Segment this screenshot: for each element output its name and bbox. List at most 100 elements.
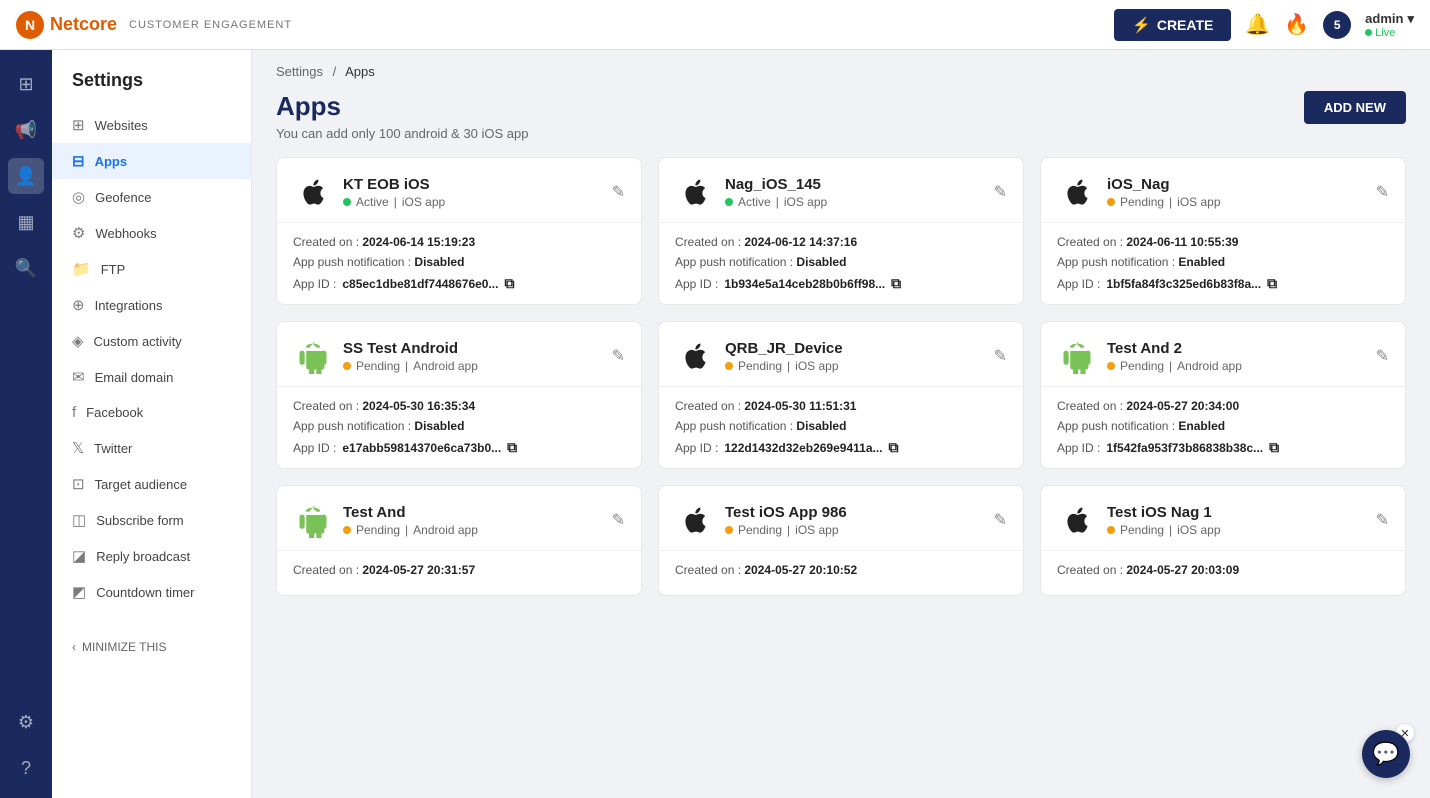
email-domain-icon: ✉ (72, 368, 85, 386)
sidebar-item-subscribe-form[interactable]: ◫ Subscribe form (52, 502, 251, 538)
app-name-8: Test iOS Nag 1 (1107, 504, 1221, 521)
copy-app-id-icon-4[interactable]: ⧉ (889, 439, 899, 456)
rail-help-icon[interactable]: ? (8, 750, 44, 786)
app-name-3: SS Test Android (343, 340, 478, 357)
app-card-4: QRB_JR_Device Pending | iOS app ✎ Create… (658, 321, 1024, 469)
edit-app-icon-6[interactable]: ✎ (612, 510, 625, 530)
sidebar-item-countdown-timer[interactable]: ◩ Countdown timer (52, 574, 251, 610)
sidebar-item-email-domain[interactable]: ✉ Email domain (52, 359, 251, 395)
app-info-7: Test iOS App 986 Pending | iOS app (725, 504, 847, 537)
created-on-field-3: Created on : 2024-05-30 16:35:34 (293, 399, 625, 413)
logo[interactable]: N Netcore (16, 11, 117, 39)
live-dot-icon (1365, 29, 1372, 36)
app-status-8: Pending | iOS app (1107, 523, 1221, 537)
card-body-6: Created on : 2024-05-27 20:31:57 (277, 551, 641, 595)
edit-app-icon-7[interactable]: ✎ (994, 510, 1007, 530)
minimize-button[interactable]: ‹ MINIMIZE THIS (52, 630, 251, 664)
sidebar-item-custom-activity[interactable]: ◈ Custom activity (52, 323, 251, 359)
edit-app-icon-1[interactable]: ✎ (994, 182, 1007, 202)
card-header-left-8: Test iOS Nag 1 Pending | iOS app (1057, 500, 1221, 540)
status-dot-6 (343, 526, 351, 534)
copy-app-id-icon-5[interactable]: ⧉ (1269, 439, 1279, 456)
app-card-7: Test iOS App 986 Pending | iOS app ✎ Cre… (658, 485, 1024, 596)
edit-app-icon-0[interactable]: ✎ (612, 182, 625, 202)
sidebar-item-facebook[interactable]: f Facebook (52, 395, 251, 430)
status-text-2: Pending (1120, 195, 1164, 209)
notifications-icon[interactable]: 🔔 (1245, 12, 1270, 37)
card-header-3: SS Test Android Pending | Android app ✎ (277, 322, 641, 387)
create-button[interactable]: ⚡ CREATE (1114, 9, 1231, 41)
sidebar-item-ftp[interactable]: 📁 FTP (52, 251, 251, 287)
app-status-1: Active | iOS app (725, 195, 827, 209)
app-card-6: Test And Pending | Android app ✎ Created… (276, 485, 642, 596)
card-header-1: Nag_iOS_145 Active | iOS app ✎ (659, 158, 1023, 223)
admin-info[interactable]: admin ▾ Live (1365, 11, 1414, 39)
websites-icon: ⊞ (72, 116, 85, 134)
sidebar-item-webhooks[interactable]: ⚙ Webhooks (52, 215, 251, 251)
sidebar-label-twitter: Twitter (94, 441, 132, 456)
fire-icon[interactable]: 🔥 (1284, 12, 1309, 37)
rail-dashboard-icon[interactable]: ⊞ (8, 66, 44, 102)
app-status-6: Pending | Android app (343, 523, 478, 537)
copy-app-id-icon-0[interactable]: ⧉ (504, 275, 514, 292)
sidebar-item-reply-broadcast[interactable]: ◪ Reply broadcast (52, 538, 251, 574)
app-status-7: Pending | iOS app (725, 523, 847, 537)
push-notif-field-2: App push notification : Enabled (1057, 255, 1389, 269)
sidebar-item-target-audience[interactable]: ⊡ Target audience (52, 466, 251, 502)
status-dot-0 (343, 198, 351, 206)
app-info-2: iOS_Nag Pending | iOS app (1107, 176, 1221, 209)
edit-app-icon-8[interactable]: ✎ (1376, 510, 1389, 530)
push-notif-field-4: App push notification : Disabled (675, 419, 1007, 433)
status-text-4: Pending (738, 359, 782, 373)
rail-settings-icon[interactable]: 👤 (8, 158, 44, 194)
edit-app-icon-2[interactable]: ✎ (1376, 182, 1389, 202)
facebook-icon: f (72, 404, 76, 421)
created-on-field-7: Created on : 2024-05-27 20:10:52 (675, 563, 1007, 577)
edit-app-icon-3[interactable]: ✎ (612, 346, 625, 366)
created-on-field-4: Created on : 2024-05-30 11:51:31 (675, 399, 1007, 413)
rail-campaigns-icon[interactable]: 📢 (8, 112, 44, 148)
status-text-0: Active (356, 195, 389, 209)
copy-app-id-icon-1[interactable]: ⧉ (891, 275, 901, 292)
integrations-icon: ⊕ (72, 296, 85, 314)
status-text-8: Pending (1120, 523, 1164, 537)
sidebar-item-integrations[interactable]: ⊕ Integrations (52, 287, 251, 323)
rail-analytics-icon[interactable]: ▦ (8, 204, 44, 240)
sidebar-item-apps[interactable]: ⊟ Apps (52, 143, 251, 179)
rail-search-icon[interactable]: 🔍 (8, 250, 44, 286)
rail-gear-icon[interactable]: ⚙ (8, 704, 44, 740)
avatar: 5 (1323, 11, 1351, 39)
status-dot-7 (725, 526, 733, 534)
target-audience-icon: ⊡ (72, 475, 85, 493)
chat-bubble-button[interactable]: 💬 (1362, 730, 1410, 778)
sidebar-label-websites: Websites (95, 118, 148, 133)
copy-app-id-icon-3[interactable]: ⧉ (507, 439, 517, 456)
icon-rail: ⊞ 📢 👤 ▦ 🔍 ⚙ ? (0, 50, 52, 798)
copy-app-id-icon-2[interactable]: ⧉ (1267, 275, 1277, 292)
bolt-icon: ⚡ (1132, 16, 1151, 34)
edit-app-icon-4[interactable]: ✎ (994, 346, 1007, 366)
twitter-icon: 𝕏 (72, 439, 84, 457)
app-info-4: QRB_JR_Device Pending | iOS app (725, 340, 843, 373)
app-type-7: iOS app (795, 523, 838, 537)
status-text-7: Pending (738, 523, 782, 537)
app-type-5: Android app (1177, 359, 1242, 373)
chevron-left-icon: ‹ (72, 640, 76, 654)
app-card-5: Test And 2 Pending | Android app ✎ Creat… (1040, 321, 1406, 469)
card-body-2: Created on : 2024-06-11 10:55:39 App pus… (1041, 223, 1405, 304)
breadcrumb-settings-link[interactable]: Settings (276, 64, 323, 79)
app-info-3: SS Test Android Pending | Android app (343, 340, 478, 373)
add-new-button[interactable]: ADD NEW (1304, 91, 1406, 124)
status-dot-8 (1107, 526, 1115, 534)
webhooks-icon: ⚙ (72, 224, 85, 242)
sidebar-item-twitter[interactable]: 𝕏 Twitter (52, 430, 251, 466)
sidebar-item-geofence[interactable]: ◎ Geofence (52, 179, 251, 215)
sidebar-item-websites[interactable]: ⊞ Websites (52, 107, 251, 143)
app-card-3: SS Test Android Pending | Android app ✎ … (276, 321, 642, 469)
push-notif-field-1: App push notification : Disabled (675, 255, 1007, 269)
sidebar-label-countdown-timer: Countdown timer (96, 585, 194, 600)
push-notif-field-3: App push notification : Disabled (293, 419, 625, 433)
card-body-8: Created on : 2024-05-27 20:03:09 (1041, 551, 1405, 595)
app-info-1: Nag_iOS_145 Active | iOS app (725, 176, 827, 209)
edit-app-icon-5[interactable]: ✎ (1376, 346, 1389, 366)
